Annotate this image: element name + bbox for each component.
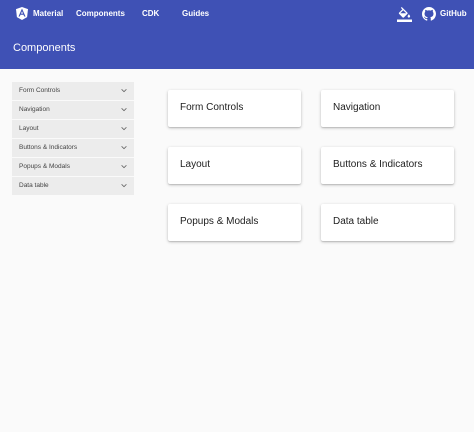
top-toolbar: Material Components CDK Guides GitHub (0, 0, 474, 28)
card-title: Popups & Modals (180, 216, 259, 227)
chevron-down-icon (121, 184, 127, 188)
category-card-layout[interactable]: Layout (168, 147, 301, 184)
sidenav-item-label: Navigation (19, 106, 50, 113)
category-card-popups-modals[interactable]: Popups & Modals (168, 204, 301, 241)
sidenav-item-navigation[interactable]: Navigation (12, 101, 134, 120)
github-icon[interactable] (422, 7, 436, 21)
card-title: Layout (180, 159, 211, 170)
sidenav-item-buttons-indicators[interactable]: Buttons & Indicators (12, 139, 134, 158)
category-card-buttons-indicators[interactable]: Buttons & Indicators (321, 147, 454, 184)
sidenav-item-popups-modals[interactable]: Popups & Modals (12, 158, 134, 177)
category-card-form-controls[interactable]: Form Controls (168, 90, 301, 127)
github-link[interactable]: GitHub (440, 0, 467, 28)
theme-picker-icon[interactable] (397, 7, 412, 22)
card-title: Data table (333, 216, 379, 227)
nav-components-link[interactable]: Components (76, 0, 125, 28)
sidenav-item-label: Data table (19, 182, 49, 189)
card-title: Navigation (333, 102, 381, 113)
page-header: Components (0, 28, 474, 69)
sidenav-item-label: Buttons & Indicators (19, 144, 78, 151)
sidenav-item-layout[interactable]: Layout (12, 120, 134, 139)
nav-cdk-link[interactable]: CDK (142, 0, 159, 28)
sidenav-item-form-controls[interactable]: Form Controls (12, 82, 134, 101)
sidenav-item-label: Layout (19, 125, 39, 132)
chevron-down-icon (121, 108, 127, 112)
sidenav-item-data-table[interactable]: Data table (12, 177, 134, 196)
category-card-navigation[interactable]: Navigation (321, 90, 454, 127)
sidenav-item-label: Form Controls (19, 87, 61, 94)
chevron-down-icon (121, 165, 127, 169)
nav-guides-link[interactable]: Guides (182, 0, 209, 28)
chevron-down-icon (121, 146, 127, 150)
card-title: Buttons & Indicators (333, 159, 423, 170)
chevron-down-icon (121, 89, 127, 93)
page-title: Components (13, 42, 76, 54)
category-card-data-table[interactable]: Data table (321, 204, 454, 241)
sidenav: Form Controls Navigation Layout Buttons … (12, 82, 134, 196)
card-title: Form Controls (180, 102, 244, 113)
chevron-down-icon (121, 127, 127, 131)
angular-logo-icon[interactable] (16, 7, 28, 20)
sidenav-item-label: Popups & Modals (19, 163, 70, 170)
brand-link[interactable]: Material (33, 0, 63, 28)
